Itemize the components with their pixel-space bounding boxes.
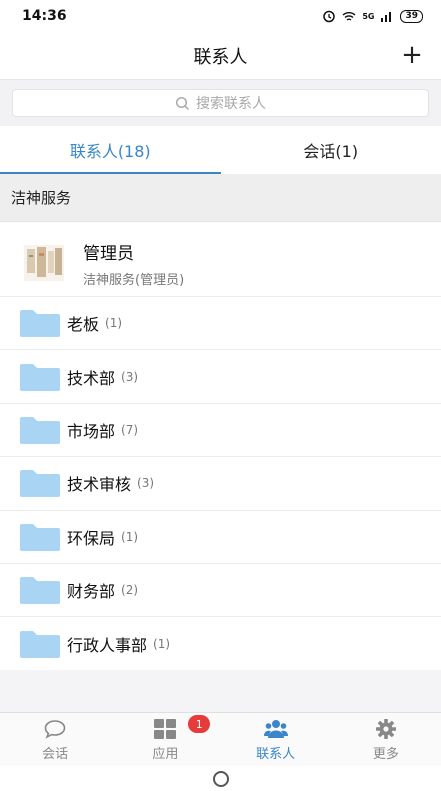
folder-name: 技术部: [67, 368, 116, 388]
folder-row-hr[interactable]: 行政人事部 (1): [0, 617, 441, 671]
tabbar-item-apps[interactable]: 应用 1: [110, 713, 220, 766]
grid-apps-icon: [154, 718, 177, 739]
folder-row-environment[interactable]: 环保局 (1): [0, 511, 441, 564]
folder-name: 财务部: [67, 582, 116, 602]
tab-contacts[interactable]: 联系人(18): [0, 126, 221, 174]
search-icon: [175, 96, 190, 110]
tabs: 联系人(18) 会话(1): [0, 126, 441, 174]
contact-subtitle: 洁神服务(管理员): [83, 272, 185, 288]
folder-icon: [20, 630, 60, 658]
tab-conversations[interactable]: 会话(1): [221, 126, 441, 174]
folder-row-tech[interactable]: 技术部 (3): [0, 350, 441, 404]
folder-count: (2): [121, 583, 139, 598]
admin-info: 管理员 洁神服务(管理员): [83, 239, 184, 288]
bottom-tab-bar: 会话 应用 1 联系人 更多: [0, 712, 441, 766]
tabbar-item-contacts[interactable]: 联系人: [221, 713, 331, 766]
folder-count: (1): [105, 316, 123, 331]
search-bar: 搜索联系人: [0, 80, 441, 126]
system-home-bar: [0, 766, 441, 791]
status-time: 14:36: [22, 8, 67, 24]
wifi-icon: [342, 12, 356, 21]
folder-count: (1): [153, 636, 171, 651]
folder-row-finance[interactable]: 财务部 (2): [0, 564, 441, 618]
avatar: [24, 245, 64, 281]
tabbar-label: 联系人: [256, 746, 296, 762]
list-background: [0, 670, 441, 712]
gear-icon: [375, 718, 396, 739]
signal-icon: [381, 12, 392, 22]
search-placeholder: 搜索联系人: [196, 96, 266, 112]
add-contact-button[interactable]: +: [397, 40, 427, 70]
notification-badge: 1: [188, 715, 211, 733]
folder-count: (3): [137, 476, 155, 491]
chat-bubble-icon: [44, 719, 66, 739]
folder-icon: [20, 523, 60, 551]
folder-count: (3): [121, 369, 139, 384]
group-header: 洁神服务: [0, 174, 441, 222]
folder-icon: [20, 577, 60, 605]
tabbar-label: 更多: [372, 746, 399, 762]
folder-count: (7): [121, 422, 139, 437]
admin-contact-row[interactable]: 管理员 洁神服务(管理员): [0, 230, 441, 297]
signal-label: 5G: [362, 11, 375, 21]
folder-icon: [20, 470, 60, 498]
status-bar: 14:36 5G 39: [0, 0, 441, 32]
alarm-icon: [323, 10, 336, 23]
people-icon: [263, 719, 288, 738]
status-icons: 5G 39: [322, 9, 423, 23]
folder-icon: [20, 363, 60, 391]
search-input[interactable]: 搜索联系人: [12, 89, 429, 117]
contact-name: 管理员: [83, 243, 134, 264]
folder-row-boss[interactable]: 老板 (1): [0, 297, 441, 351]
tabbar-label: 会话: [42, 746, 69, 762]
folder-name: 老板: [67, 315, 100, 335]
folder-name: 行政人事部: [67, 635, 148, 655]
folder-row-marketing[interactable]: 市场部 (7): [0, 404, 441, 458]
folder-icon: [20, 310, 60, 338]
folder-name: 技术审核: [67, 475, 132, 495]
folder-count: (1): [121, 529, 139, 544]
folder-name: 环保局: [67, 528, 116, 548]
nav-bar: 联系人 +: [0, 32, 441, 80]
tabbar-item-chat[interactable]: 会话: [0, 713, 110, 766]
folder-icon: [20, 416, 60, 444]
tabbar-label: 应用: [152, 746, 179, 762]
tabbar-item-more[interactable]: 更多: [331, 713, 441, 766]
home-button[interactable]: [212, 770, 229, 787]
folder-name: 市场部: [67, 421, 116, 441]
folder-row-tech-review[interactable]: 技术审核 (3): [0, 457, 441, 511]
battery-icon: 39: [400, 9, 423, 23]
page-title: 联系人: [193, 46, 248, 68]
contact-list: 管理员 洁神服务(管理员) 老板 (1) 技术部 (3) 市场部 (7) 技术审…: [0, 230, 441, 671]
